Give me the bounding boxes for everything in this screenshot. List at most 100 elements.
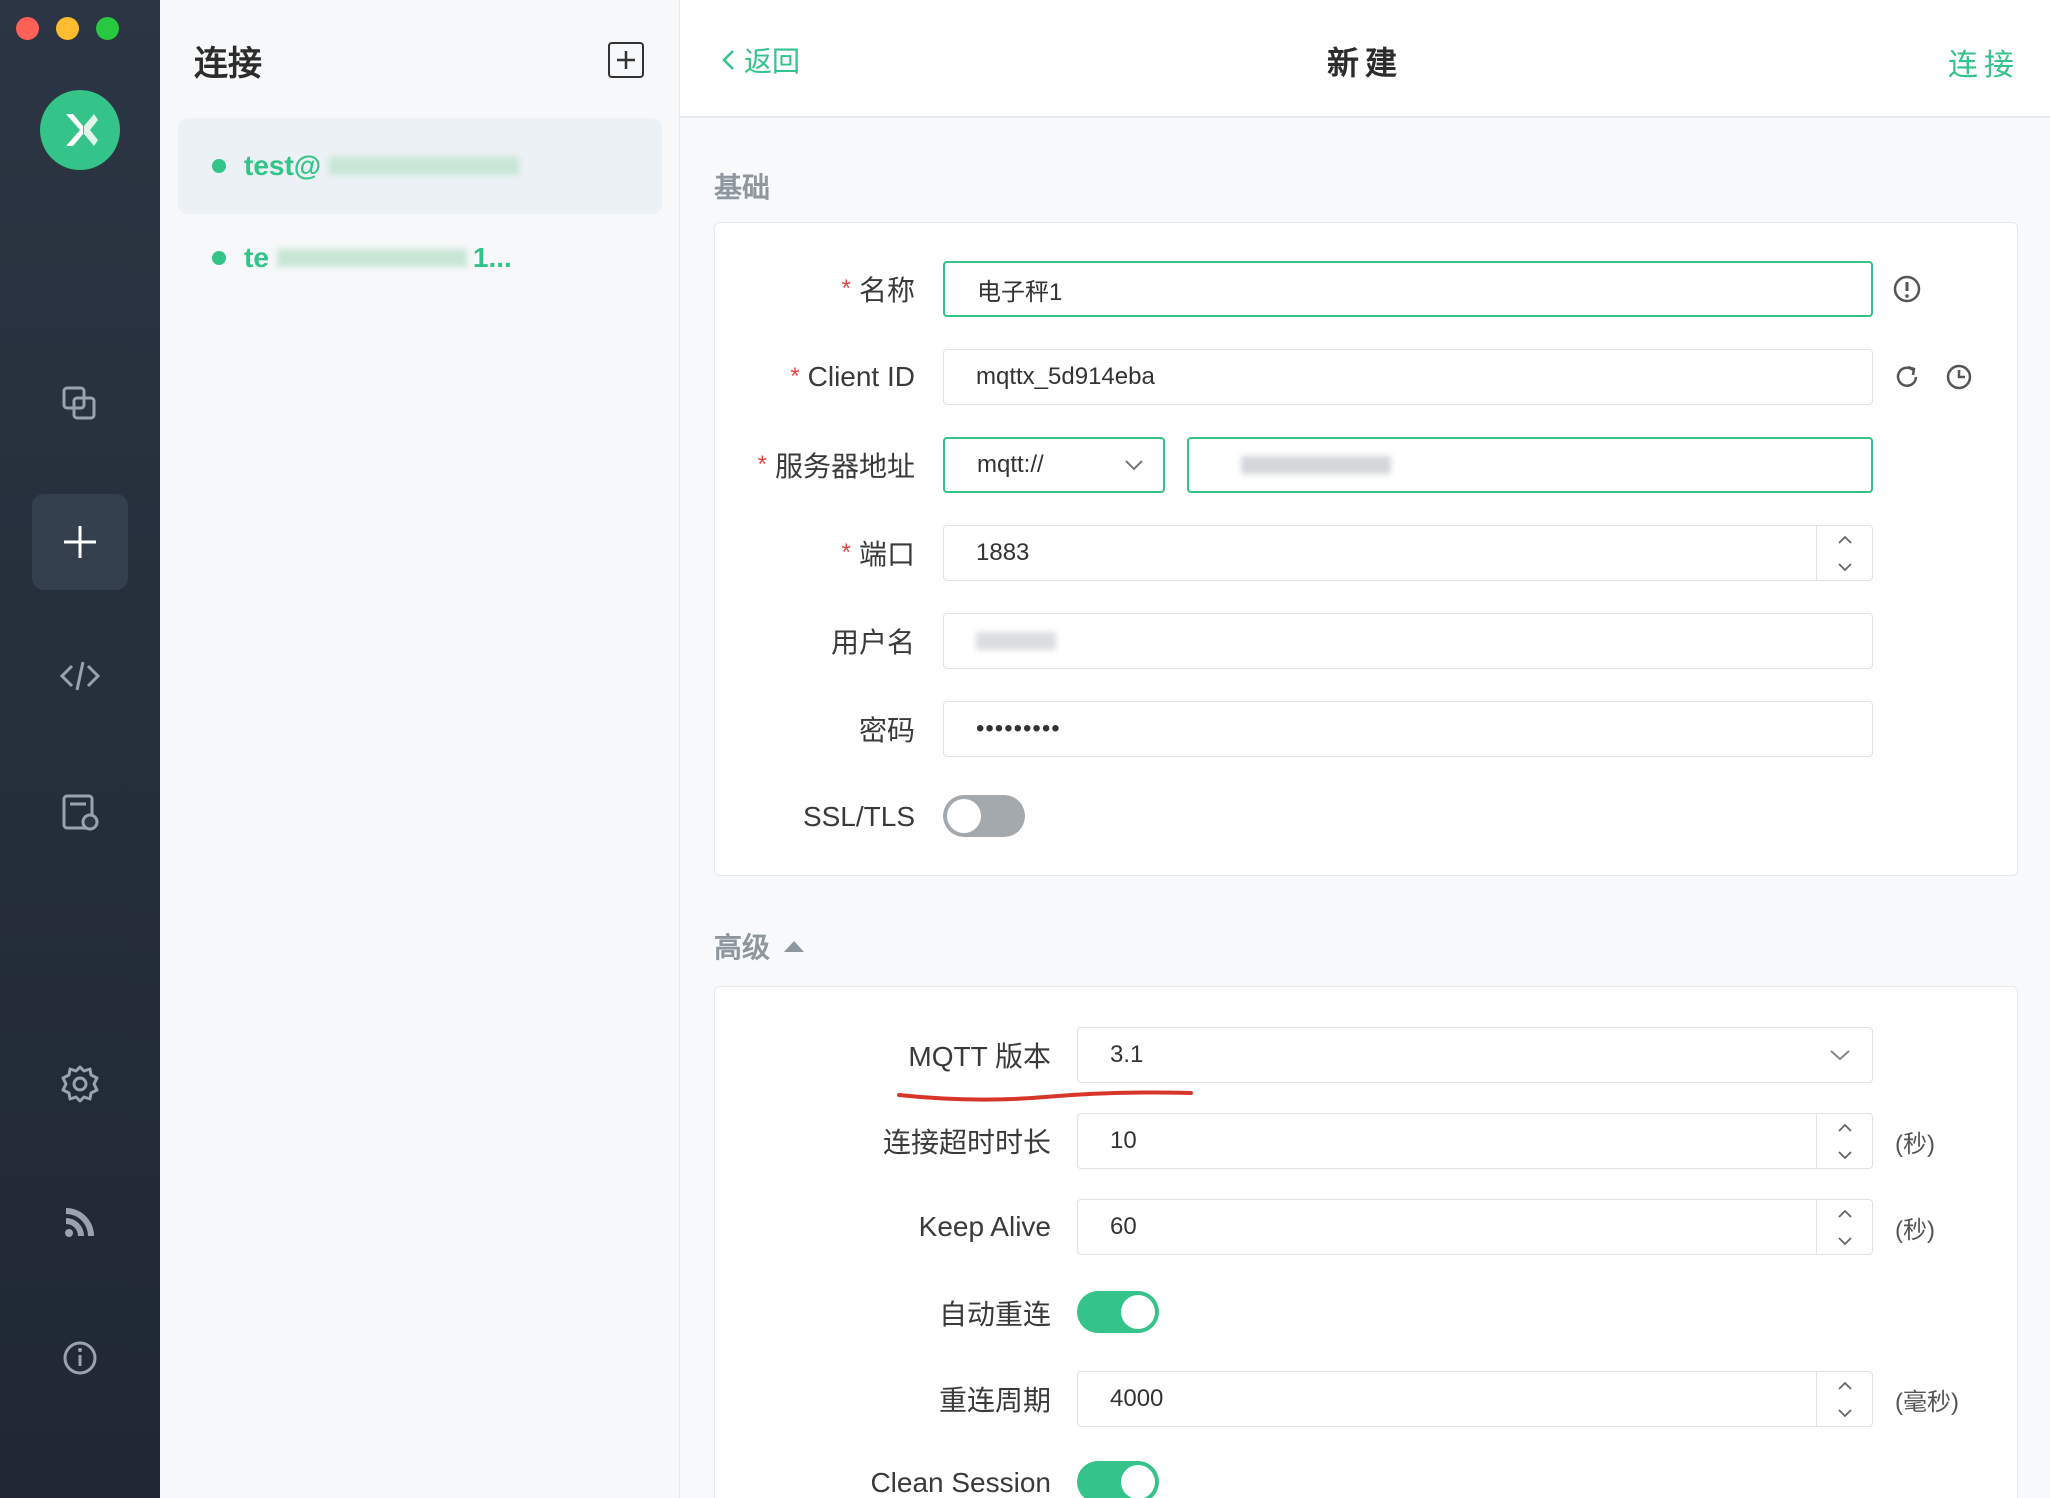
server-label: * 服务器地址	[757, 451, 915, 482]
connect-timeout-row: 连接超时时长 10 (秒)	[715, 1113, 2019, 1169]
connections-icon	[62, 386, 96, 420]
new-connection-nav-button[interactable]	[32, 494, 128, 590]
clean-session-label: Clean Session	[870, 1467, 1051, 1498]
connection-status-dot	[212, 251, 226, 265]
advanced-section-label: 高级	[714, 932, 771, 963]
increment-button[interactable]	[1817, 1114, 1872, 1141]
logo-mark-icon	[66, 114, 98, 146]
port-stepper	[1816, 526, 1872, 580]
redacted-text	[329, 157, 520, 175]
chevron-up-icon	[1837, 535, 1852, 544]
script-nav-button[interactable]	[32, 628, 128, 724]
page-title: 新建	[1326, 45, 1403, 81]
window-maximize-button[interactable]	[96, 17, 119, 40]
username-input[interactable]	[943, 613, 1873, 669]
plus-icon	[64, 526, 96, 558]
name-input[interactable]: 电子秤1	[943, 261, 1873, 317]
basic-section-label: 基础	[714, 172, 771, 203]
connection-item[interactable]: test@	[178, 118, 662, 214]
redacted-text	[976, 632, 1056, 650]
alert-icon[interactable]	[1891, 273, 1923, 305]
red-underline-annotation	[897, 1090, 1193, 1102]
client-id-input[interactable]: mqttx_5d914eba	[943, 349, 1873, 405]
client-id-label: * Client ID	[790, 361, 915, 392]
auto-reconnect-label: 自动重连	[938, 1299, 1051, 1330]
reconnect-period-row: 重连周期 4000 (毫秒)	[715, 1371, 2019, 1427]
connection-item-label: te	[244, 242, 269, 273]
basic-settings-card: * 名称 电子秤1 * Client ID mqttx_5d914eba * 服务器地…	[714, 222, 2018, 876]
clock-icon[interactable]	[1943, 361, 1975, 393]
name-label: * 名称	[841, 275, 915, 306]
redacted-text	[1241, 456, 1391, 474]
chevron-up-icon	[1837, 1123, 1852, 1132]
increment-button[interactable]	[1817, 1372, 1872, 1399]
decrement-button[interactable]	[1817, 1227, 1872, 1254]
reconnect-period-label: 重连周期	[938, 1385, 1051, 1416]
port-value: 1883	[976, 539, 1030, 566]
chevron-down-icon	[1837, 1408, 1852, 1417]
port-row: * 端口 1883	[715, 525, 2019, 581]
connection-list-title: 连接	[194, 45, 262, 83]
log-icon	[62, 794, 99, 831]
page-header: 返回 新建 连接	[680, 0, 2050, 118]
chevron-up-icon	[1837, 1209, 1852, 1218]
decrement-button[interactable]	[1817, 1141, 1872, 1168]
password-row: 密码 •••••••••	[715, 701, 2019, 757]
mqtt-version-select[interactable]: 3.1	[1077, 1027, 1873, 1083]
decrement-button[interactable]	[1817, 553, 1872, 580]
mqtt-version-value: 3.1	[1110, 1041, 1144, 1068]
reconnect-period-input[interactable]: 4000	[1077, 1371, 1873, 1427]
window-close-button[interactable]	[16, 17, 39, 40]
clean-session-row: Clean Session	[715, 1455, 2019, 1498]
connection-item-label: test@	[244, 150, 322, 181]
add-connection-button[interactable]	[608, 42, 644, 78]
increment-button[interactable]	[1817, 1200, 1872, 1227]
chevron-down-icon	[1125, 460, 1143, 471]
advanced-section-title[interactable]: 高级	[714, 926, 806, 966]
settings-nav-button[interactable]	[32, 1036, 128, 1132]
about-nav-button[interactable]	[32, 1310, 128, 1406]
clean-session-toggle[interactable]	[1077, 1461, 1159, 1498]
increment-button[interactable]	[1817, 526, 1872, 553]
connection-item[interactable]: te 1...	[178, 210, 662, 306]
auto-reconnect-toggle[interactable]	[1077, 1291, 1159, 1333]
app-rail	[0, 0, 160, 1498]
connections-nav-button[interactable]	[32, 356, 128, 452]
window-minimize-button[interactable]	[56, 17, 79, 40]
seconds-unit: (秒)	[1895, 1216, 1935, 1244]
ssl-row: SSL/TLS	[715, 789, 2019, 845]
plus-icon	[617, 51, 635, 69]
decrement-button[interactable]	[1817, 1399, 1872, 1426]
mqtt-version-row: MQTT 版本 3.1	[715, 1027, 2019, 1102]
port-input[interactable]: 1883	[943, 525, 1873, 581]
chevron-down-icon	[1837, 1150, 1852, 1159]
chevron-up-icon	[1837, 1381, 1852, 1390]
ssl-label: SSL/TLS	[802, 801, 915, 832]
mqtt-version-label: MQTT 版本	[908, 1041, 1051, 1072]
basic-section-title: 基础	[714, 166, 770, 206]
ssl-toggle[interactable]	[943, 795, 1025, 837]
keep-alive-label: Keep Alive	[918, 1211, 1051, 1242]
protocol-select[interactable]: mqtt://	[943, 437, 1165, 493]
connect-timeout-label: 连接超时时长	[882, 1127, 1051, 1158]
connect-timeout-input[interactable]: 10	[1077, 1113, 1873, 1169]
advanced-settings-card: MQTT 版本 3.1 连接超时时长 10 (秒) Keep Alive 60 …	[714, 986, 2018, 1498]
keep-alive-row: Keep Alive 60 (秒)	[715, 1199, 2019, 1255]
seconds-unit: (秒)	[1895, 1130, 1935, 1158]
keep-alive-input[interactable]: 60	[1077, 1199, 1873, 1255]
info-icon	[63, 1341, 97, 1375]
connection-list-panel: 连接 test@ te 1...	[160, 0, 680, 1498]
name-row: * 名称 电子秤1	[715, 261, 2019, 317]
chevron-down-icon	[1837, 1236, 1852, 1245]
connect-button[interactable]: 连接	[1948, 40, 2020, 84]
log-nav-button[interactable]	[32, 764, 128, 860]
rss-icon	[65, 1208, 94, 1237]
host-input[interactable]	[1187, 437, 1873, 493]
code-icon	[59, 661, 101, 691]
password-input[interactable]: •••••••••	[943, 701, 1873, 757]
reconnect-period-stepper	[1816, 1372, 1872, 1426]
refresh-icon[interactable]	[1891, 361, 1923, 393]
app-logo	[40, 90, 120, 170]
subscribe-nav-button[interactable]	[32, 1174, 128, 1270]
server-row: * 服务器地址 mqtt://	[715, 437, 2019, 493]
